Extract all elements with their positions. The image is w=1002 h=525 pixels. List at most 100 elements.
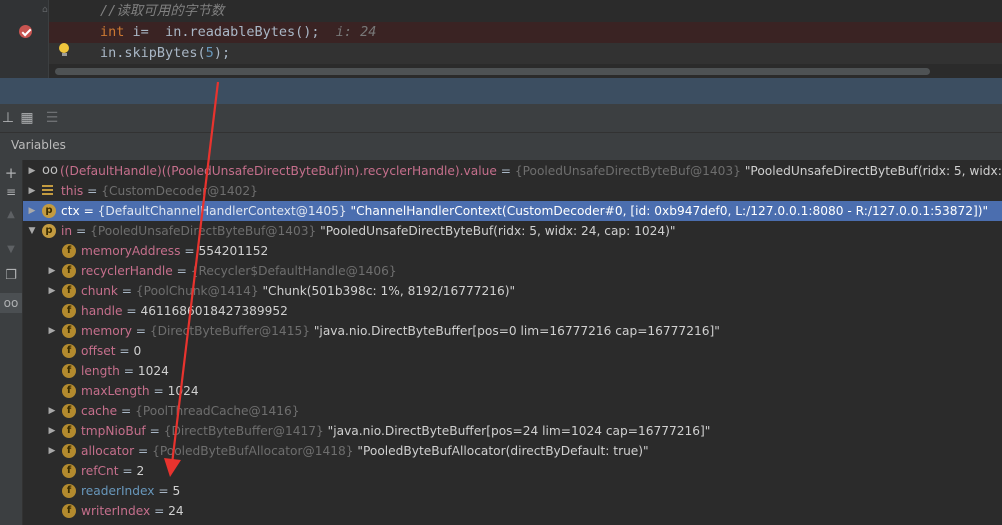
- field-icon: f: [62, 284, 76, 298]
- field-icon: f: [62, 364, 76, 378]
- keyword-int: int: [100, 24, 125, 40]
- variable-value: 4611686018427389952: [140, 304, 288, 318]
- variable-equals: =: [149, 384, 168, 398]
- variable-equals: =: [180, 244, 199, 258]
- horizontal-scrollbar[interactable]: [55, 68, 930, 75]
- variable-row[interactable]: ▶ f recyclerHandle = {Recycler$DefaultHand…: [23, 261, 1002, 281]
- editor-gutter[interactable]: [0, 0, 48, 78]
- variables-panel-header: Variables: [0, 133, 1002, 161]
- variable-name: ((DefaultHandle)((PooledUnsafeDirectByte…: [60, 164, 497, 178]
- variable-equals: =: [118, 464, 137, 478]
- variable-equals: =: [154, 484, 173, 498]
- field-icon: f: [62, 384, 76, 398]
- variables-tree[interactable]: ▶ oo ((DefaultHandle)((PooledUnsafeDirectB…: [23, 160, 1002, 525]
- variable-type: {Recycler$DefaultHandle@1406}: [190, 264, 397, 278]
- variable-name: memoryAddress: [81, 244, 181, 258]
- variable-value: 554201152: [198, 244, 269, 258]
- variable-type: {PooledUnsafeDirectByteBuf@1403}: [514, 164, 741, 178]
- variable-equals: =: [115, 344, 134, 358]
- variable-row[interactable]: f length = 1024: [23, 361, 1002, 381]
- variable-row[interactable]: ▶ oo ((DefaultHandle)((PooledUnsafeDirectB…: [23, 161, 1002, 181]
- variable-name: allocator: [81, 444, 135, 458]
- parameter-icon: p: [42, 224, 56, 238]
- variable-type: {PooledUnsafeDirectByteBuf@1403}: [90, 224, 317, 238]
- table-view-icon[interactable]: ▦: [19, 110, 35, 126]
- panel-title: Variables: [11, 138, 66, 152]
- glasses-icon[interactable]: oo: [0, 293, 22, 313]
- variable-row[interactable]: f maxLength = 1024: [23, 381, 1002, 401]
- variable-name: readerIndex: [81, 484, 155, 498]
- variable-row[interactable]: ▶ p ctx = {DefaultChannelHandlerContext@14…: [23, 201, 1002, 221]
- variable-row[interactable]: ▶ f chunk = {PoolChunk@1414} "Chunk(501b39…: [23, 281, 1002, 301]
- chevron-right-icon[interactable]: ▶: [47, 401, 57, 421]
- variable-type: {DirectByteBuffer@1417}: [163, 424, 324, 438]
- variable-row[interactable]: ▶ this = {CustomDecoder@1402}: [23, 181, 1002, 201]
- field-icon: f: [62, 324, 76, 338]
- plus-icon[interactable]: +: [0, 163, 22, 183]
- code-line-comment[interactable]: //读取可用的字节数: [49, 1, 1002, 22]
- variable-text: writerIndex = 24: [81, 501, 184, 521]
- variable-row[interactable]: f memoryAddress = 554201152: [23, 241, 1002, 261]
- variable-value: "java.nio.DirectByteBuffer[pos=0 lim=167…: [309, 324, 720, 338]
- chevron-down-icon[interactable]: ▼: [27, 221, 37, 241]
- field-icon: f: [62, 444, 76, 458]
- variable-type: {CustomDecoder@1402}: [101, 184, 258, 198]
- variable-value: "Chunk(501b398c: 1%, 8192/16777216)": [258, 284, 516, 298]
- variable-value: "PooledByteBufAllocator(directByDefault:…: [353, 444, 649, 458]
- field-icon: f: [62, 344, 76, 358]
- chevron-right-icon[interactable]: ▶: [47, 261, 57, 281]
- chevron-right-icon[interactable]: ▶: [47, 281, 57, 301]
- variable-row[interactable]: f offset = 0: [23, 341, 1002, 361]
- debug-toolbar: ⊥ ▦ ☰: [0, 104, 1002, 133]
- variable-row[interactable]: ▶ f tmpNioBuf = {DirectByteBuffer@1417} "j…: [23, 421, 1002, 441]
- frames-icon[interactable]: ☰: [44, 110, 60, 126]
- field-icon: f: [62, 424, 76, 438]
- arrow-down-icon[interactable]: ▼: [0, 240, 22, 260]
- variables-action-column: + ≡ ▲ ▼ ❐ oo: [0, 160, 23, 525]
- variable-row[interactable]: ▶ f memory = {DirectByteBuffer@1415} "java…: [23, 321, 1002, 341]
- intention-bulb-icon[interactable]: [59, 43, 69, 56]
- variable-row[interactable]: ▶ f cache = {PoolThreadCache@1416}: [23, 401, 1002, 421]
- variable-text: handle = 4611686018427389952: [81, 301, 288, 321]
- copy-icon[interactable]: ❐: [0, 266, 22, 286]
- variable-row[interactable]: f readerIndex = 5: [23, 481, 1002, 501]
- variable-name: offset: [81, 344, 116, 358]
- variable-text: refCnt = 2: [81, 461, 144, 481]
- variable-name: ctx: [61, 204, 80, 218]
- restore-layout-icon[interactable]: ⊥: [0, 110, 16, 126]
- chevron-right-icon[interactable]: ▶: [27, 161, 37, 181]
- variable-name: length: [81, 364, 120, 378]
- field-icon: f: [62, 244, 76, 258]
- breakpoint-icon[interactable]: [19, 25, 32, 38]
- variable-row[interactable]: f refCnt = 2: [23, 461, 1002, 481]
- code-call: in.skipBytes(: [100, 45, 206, 61]
- variable-name: this: [61, 184, 84, 198]
- variable-type: {DirectByteBuffer@1415}: [149, 324, 310, 338]
- arrow-up-icon[interactable]: ▲: [0, 205, 22, 225]
- variable-text: readerIndex = 5: [81, 481, 180, 501]
- variable-row[interactable]: ▶ f allocator = {PooledByteBufAllocator@14…: [23, 441, 1002, 461]
- code-line-breakpoint[interactable]: int i= in.readableBytes(); i: 24: [49, 22, 1002, 43]
- variable-equals: =: [131, 324, 150, 338]
- variable-row[interactable]: f writerIndex = 24: [23, 501, 1002, 521]
- field-icon: f: [62, 404, 76, 418]
- variable-text: offset = 0: [81, 341, 141, 361]
- field-icon: f: [62, 504, 76, 518]
- chevron-right-icon[interactable]: ▶: [27, 201, 37, 221]
- variable-name: tmpNioBuf: [81, 424, 146, 438]
- chevron-right-icon[interactable]: ▶: [27, 181, 37, 201]
- menu-icon[interactable]: ≡: [0, 182, 22, 202]
- variable-value: 1024: [167, 384, 199, 398]
- code-call-end: );: [213, 45, 231, 61]
- code-line-current[interactable]: in.skipBytes(5);: [49, 43, 1002, 64]
- variable-row[interactable]: ▼ p in = {PooledUnsafeDirectByteBuf@1403} …: [23, 221, 1002, 241]
- chevron-right-icon[interactable]: ▶: [47, 321, 57, 341]
- variable-name: writerIndex: [81, 504, 151, 518]
- chevron-right-icon[interactable]: ▶: [47, 421, 57, 441]
- variable-equals: =: [172, 264, 191, 278]
- chevron-right-icon[interactable]: ▶: [47, 441, 57, 461]
- variable-row[interactable]: f handle = 4611686018427389952: [23, 301, 1002, 321]
- variable-type: {DefaultChannelHandlerContext@1405}: [97, 204, 347, 218]
- variable-value: 24: [168, 504, 184, 518]
- code-editor[interactable]: ⌂ //读取可用的字节数 int i= in.readableBytes(); …: [0, 0, 1002, 78]
